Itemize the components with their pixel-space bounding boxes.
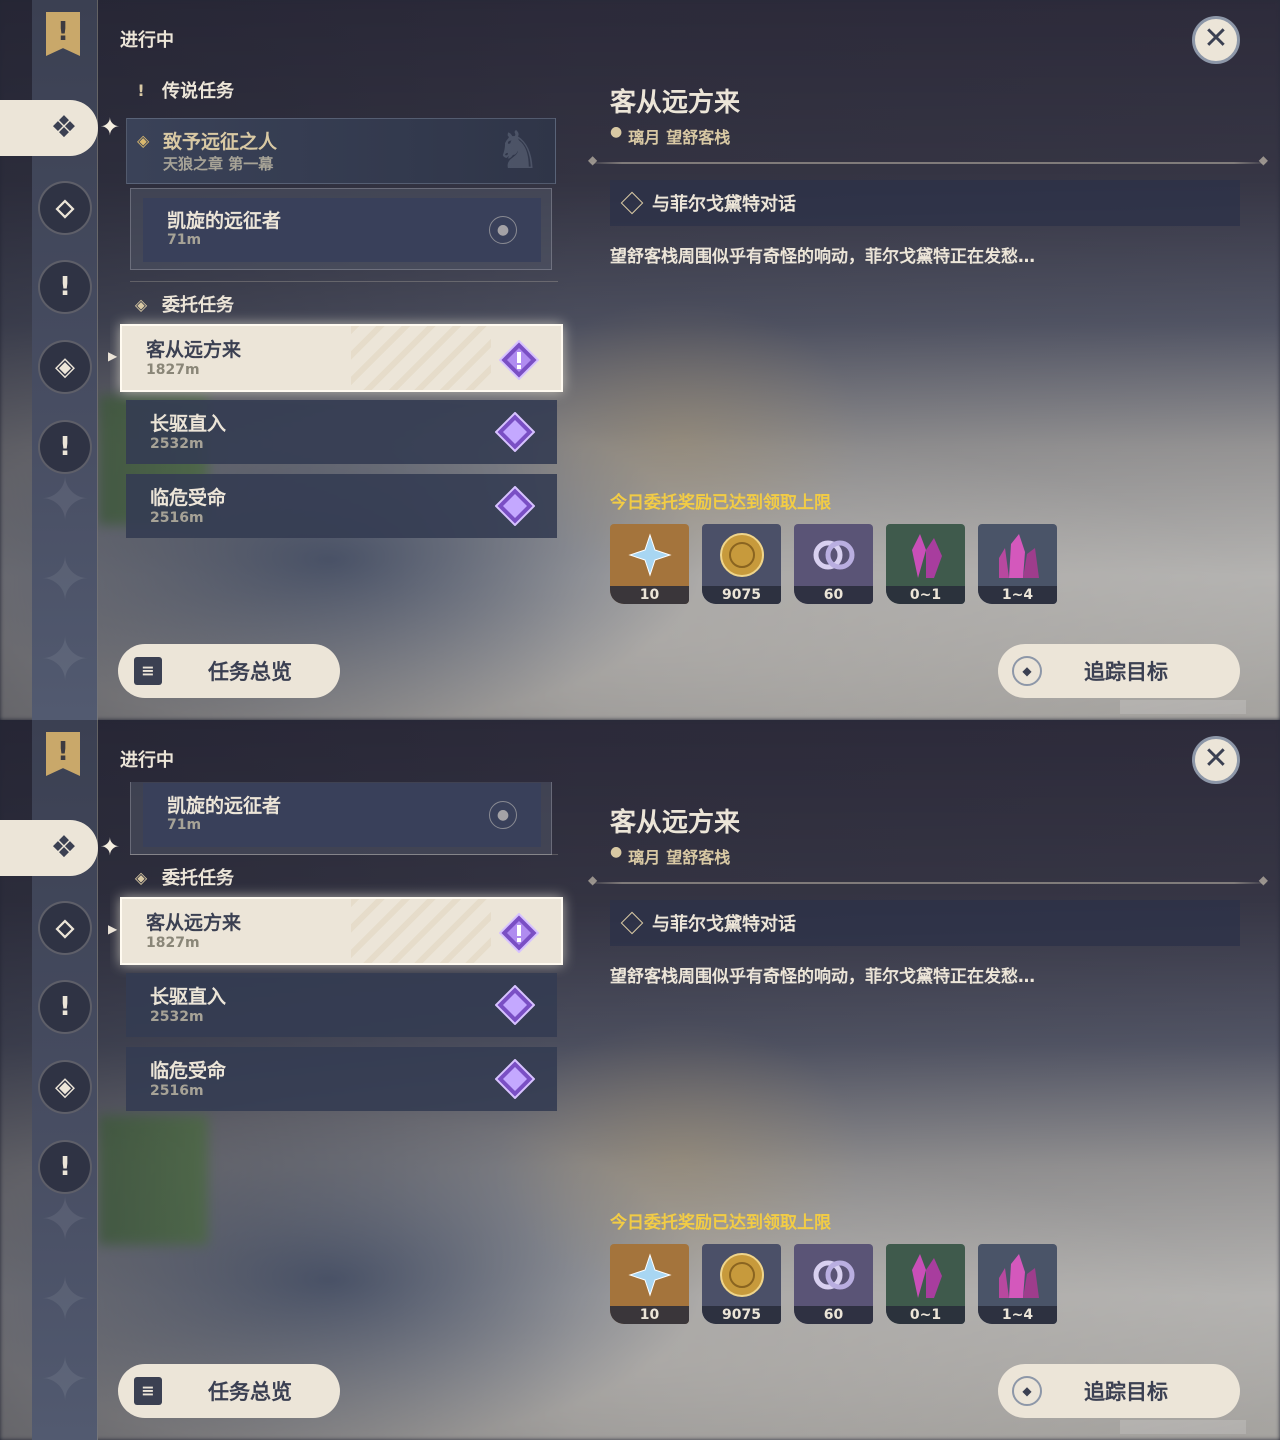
archon-quest-icon[interactable]: ⬦	[38, 901, 92, 955]
track-target-button[interactable]: ◆ 追踪目标	[998, 1364, 1240, 1418]
crystal-large-icon	[978, 524, 1057, 586]
quest-list[interactable]: ! 传说任务 ◈ 致予远征之人 天狼之章 第一幕 ♞ 凯旋的远征者 71m ● …	[110, 62, 580, 562]
commission-tab-icon[interactable]: ❖ ✦	[0, 820, 120, 876]
reward-limit-note: 今日委托奖励已达到领取上限	[610, 1213, 831, 1233]
commission-item[interactable]: 临危受命 2516m	[126, 474, 557, 538]
companionship-exp-icon	[794, 1244, 873, 1306]
legend-quest-icon: !	[137, 80, 145, 100]
quest-objective: 与菲尔戈黛特对话	[610, 900, 1240, 946]
quest-description: 望舒客栈周围似乎有奇怪的响动，菲尔戈黛特正在发愁…	[610, 967, 1035, 987]
commission-item[interactable]: 临危受命 2516m	[126, 1047, 557, 1111]
section-title: 进行中	[120, 750, 174, 771]
commission-quest-icon	[495, 486, 535, 526]
legend-step-item[interactable]: 凯旋的远征者 71m ●	[130, 782, 552, 855]
event-quest-icon[interactable]: !	[38, 1140, 92, 1194]
selected-arrow-icon: ▶	[108, 349, 118, 363]
track-diamond-icon: ◆	[1012, 1376, 1042, 1406]
reward-item[interactable]: 0~1	[886, 524, 965, 604]
story-quest-icon[interactable]: !	[38, 260, 92, 314]
commission-quest-icon	[495, 1059, 535, 1099]
commission-quest-icon	[495, 412, 535, 452]
reward-item[interactable]: 60	[794, 524, 873, 604]
map-pin-icon[interactable]: ●	[489, 801, 517, 829]
track-diamond-icon: ◆	[1012, 656, 1042, 686]
commission-category-icon: ◈	[134, 294, 148, 314]
reward-item[interactable]: 10	[610, 524, 689, 604]
quest-title: 客从远方来	[610, 808, 741, 838]
reward-item[interactable]: 9075	[702, 524, 781, 604]
reward-limit-note: 今日委托奖励已达到领取上限	[610, 493, 831, 513]
reward-list: 10 9075 60 0~1 1~4	[610, 1244, 1057, 1324]
wolf-crest-icon: ♞	[494, 121, 541, 181]
primogem-icon	[610, 524, 689, 586]
quest-title: 客从远方来	[610, 88, 741, 118]
track-target-button[interactable]: ◆ 追踪目标	[998, 644, 1240, 698]
quest-book-icon: ≡	[134, 1377, 162, 1405]
commission-quest-icon	[495, 985, 535, 1025]
archon-quest-icon[interactable]: ⬦	[38, 181, 92, 235]
mora-icon	[702, 524, 781, 586]
quest-list[interactable]: 凯旋的远征者 71m ● ◈ 委托任务 客从远方来 1827m 长驱直入 253…	[110, 782, 580, 1282]
quest-location: ● 璃月 望舒客栈	[610, 124, 731, 147]
quest-book-icon: ≡	[134, 657, 162, 685]
objective-diamond-icon	[620, 191, 644, 215]
location-pin-icon: ●	[610, 124, 623, 140]
crystal-small-icon	[886, 524, 965, 586]
legend-quest-item[interactable]: ◈ 致予远征之人 天狼之章 第一幕 ♞	[126, 118, 556, 184]
world-quest-icon[interactable]: ◈	[38, 1060, 92, 1114]
quest-log-screen-top: ✦ ✦ ✦ ! ❖ ✦ ⬦ ! ◈ ! 进行中 ! 传说任务 ◈ 致予远征之人 天狼之…	[0, 0, 1280, 720]
selected-arrow-icon: ▶	[108, 922, 118, 936]
close-button[interactable]: ✕	[1192, 736, 1240, 784]
quest-overview-button[interactable]: ≡ 任务总览	[118, 644, 340, 698]
section-title: 进行中	[120, 30, 174, 51]
commission-tab-icon[interactable]: ❖ ✦	[0, 100, 120, 156]
legend-step-item[interactable]: 凯旋的远征者 71m ●	[130, 188, 552, 270]
commission-category-header: ◈ 委托任务	[130, 290, 234, 318]
quest-location: ● 璃月 望舒客栈	[610, 844, 731, 867]
legend-category-header: ! 传说任务	[130, 76, 234, 104]
commission-item[interactable]: 客从远方来 1827m	[120, 324, 563, 392]
commission-item[interactable]: 长驱直入 2532m	[126, 400, 557, 464]
crystal-large-icon	[978, 1244, 1057, 1306]
divider	[588, 873, 1268, 887]
location-pin-icon: ●	[610, 844, 623, 860]
reward-item[interactable]: 9075	[702, 1244, 781, 1324]
companionship-exp-icon	[794, 524, 873, 586]
primogem-icon	[610, 1244, 689, 1306]
reward-list: 10 9075 60 0~1 1~4	[610, 524, 1057, 604]
close-button[interactable]: ✕	[1192, 16, 1240, 64]
tracked-diamond-icon: ◈	[137, 131, 150, 150]
commission-quest-icon	[499, 340, 539, 380]
map-pin-icon[interactable]: ●	[489, 216, 517, 244]
commission-category-header: ◈ 委托任务	[130, 863, 234, 891]
divider	[130, 281, 558, 282]
story-quest-icon[interactable]: !	[38, 980, 92, 1034]
reward-item[interactable]: 60	[794, 1244, 873, 1324]
mora-icon	[702, 1244, 781, 1306]
reward-item[interactable]: 10	[610, 1244, 689, 1324]
commission-quest-icon	[499, 913, 539, 953]
rail-decoration: ✦ ✦ ✦	[39, 1185, 91, 1415]
quest-overview-button[interactable]: ≡ 任务总览	[118, 1364, 340, 1418]
quest-log-screen-scrolled: ✦ ✦ ✦ ! ❖ ✦ ⬦ ! ◈ ! 进行中 凯旋的远征者 71m ● ◈ 委托任务…	[0, 720, 1280, 1440]
divider	[130, 854, 558, 855]
divider	[588, 153, 1268, 167]
reward-item[interactable]: 0~1	[886, 1244, 965, 1324]
rail-decoration: ✦ ✦ ✦	[39, 465, 91, 695]
reward-item[interactable]: 1~4	[978, 1244, 1057, 1324]
commission-item[interactable]: 长驱直入 2532m	[126, 973, 557, 1037]
commission-item[interactable]: 客从远方来 1827m	[120, 897, 563, 965]
reward-item[interactable]: 1~4	[978, 524, 1057, 604]
quest-objective: 与菲尔戈黛特对话	[610, 180, 1240, 226]
quest-description: 望舒客栈周围似乎有奇怪的响动，菲尔戈黛特正在发愁…	[610, 247, 1035, 267]
crystal-small-icon	[886, 1244, 965, 1306]
commission-category-icon: ◈	[134, 867, 148, 887]
event-quest-icon[interactable]: !	[38, 420, 92, 474]
objective-diamond-icon	[620, 911, 644, 935]
world-quest-icon[interactable]: ◈	[38, 340, 92, 394]
